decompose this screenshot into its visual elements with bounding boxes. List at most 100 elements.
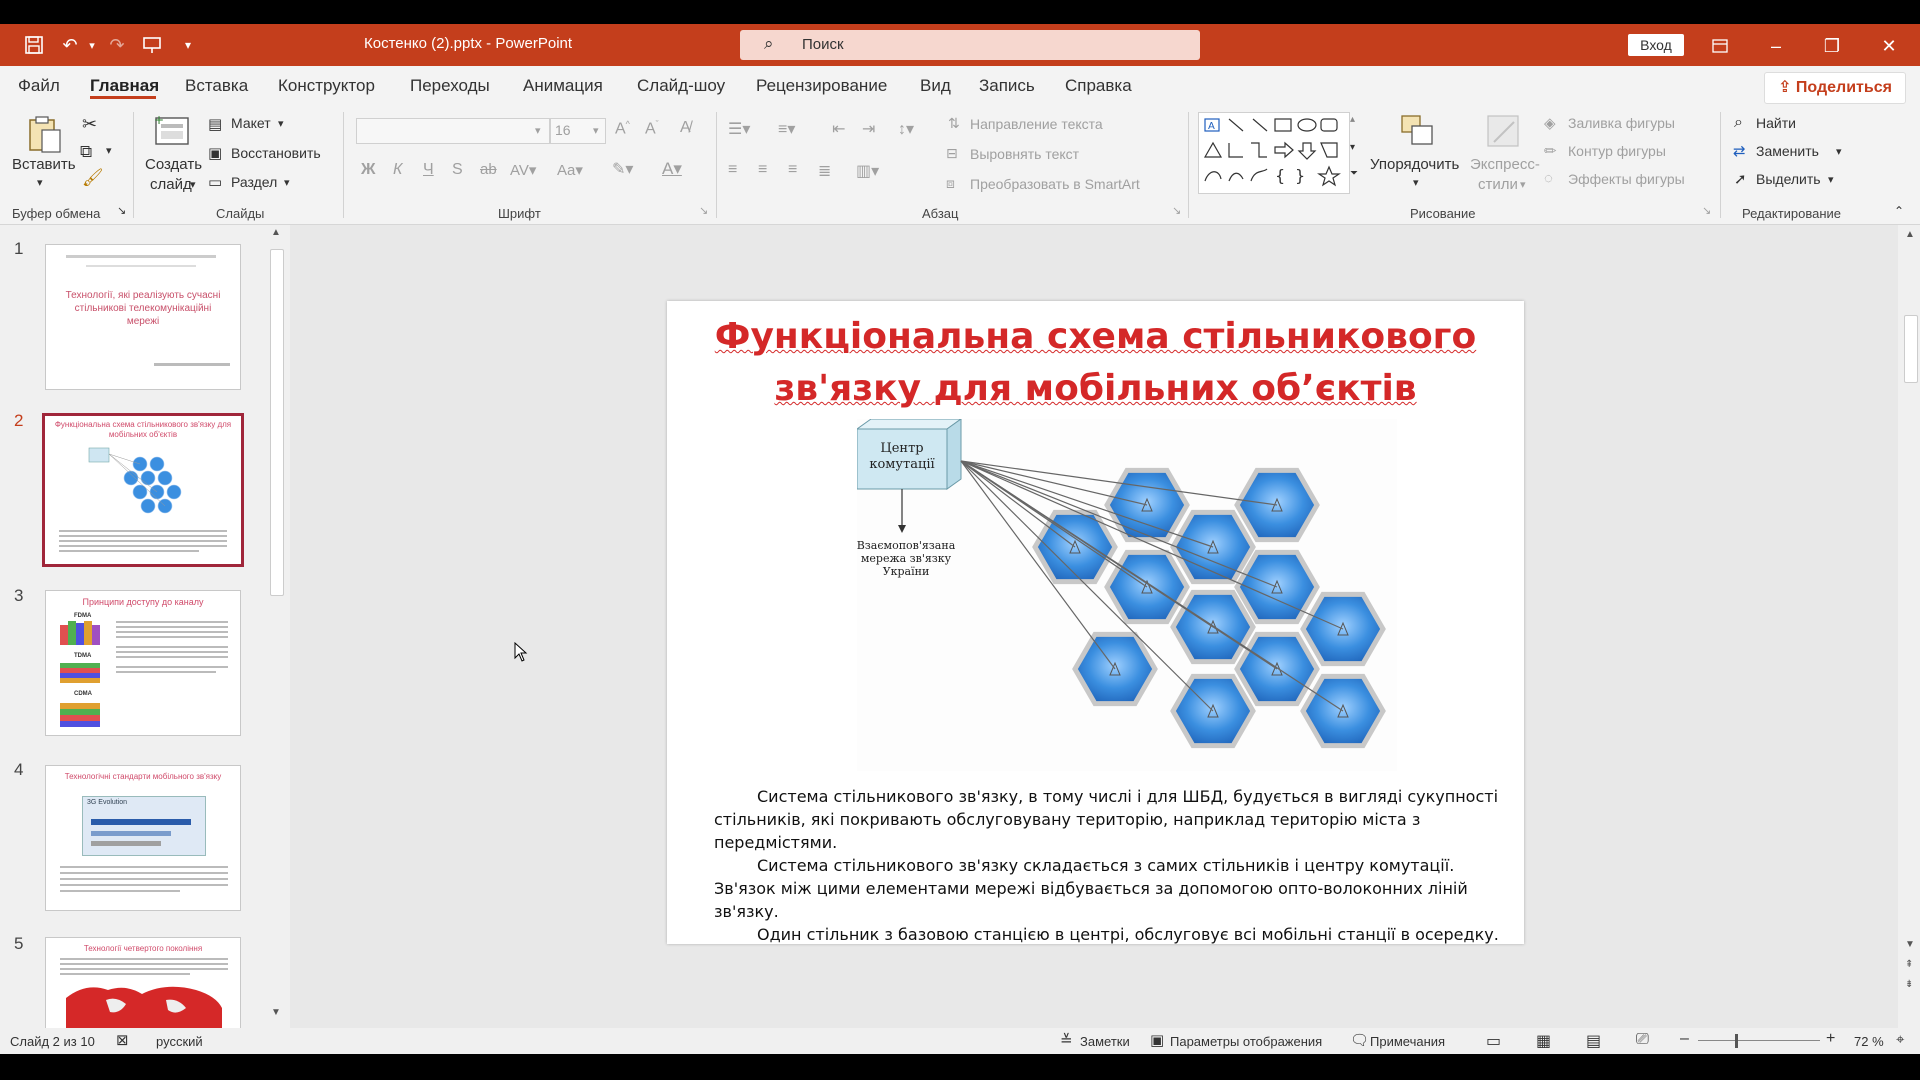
layout-icon[interactable]: ▤ <box>208 115 222 133</box>
slide-title[interactable]: Функціональна схема стільникового зв'язк… <box>667 311 1524 415</box>
paste-label[interactable]: Вставить <box>12 156 76 173</box>
align-right-icon[interactable]: ≡ <box>788 161 797 179</box>
slide-thumbnail-3[interactable]: Принципи доступу до каналу FDMA TDMA CDM… <box>45 590 241 736</box>
tab-transitions[interactable]: Переходы <box>410 76 490 96</box>
layout-button[interactable]: Макет <box>231 115 271 131</box>
format-painter-icon[interactable]: 🖌 <box>82 168 104 188</box>
slide-thumbnail-2[interactable]: Функціональна схема стільникового зв'язк… <box>42 413 244 567</box>
thumbnails-scroll-thumb[interactable] <box>270 249 284 596</box>
find-button[interactable]: Найти <box>1756 115 1796 131</box>
slideshow-view-icon[interactable]: ⎚ <box>1636 1031 1649 1049</box>
layout-dropdown-icon[interactable]: ▾ <box>278 117 284 130</box>
align-text-button[interactable]: Выровнять текст <box>970 146 1079 162</box>
restore-icon[interactable]: ❐ <box>1818 32 1846 60</box>
present-icon[interactable] <box>140 33 164 57</box>
tab-help[interactable]: Справка <box>1065 76 1132 96</box>
new-slide-label-2[interactable]: слайд <box>150 176 192 193</box>
bold-button[interactable]: Ж <box>361 161 375 179</box>
sign-in-button[interactable]: Вход <box>1628 34 1684 56</box>
convert-smartart-button[interactable]: Преобразовать в SmartArt <box>970 176 1140 192</box>
slide-body-text[interactable]: Система стільникового зв'язку, в тому чи… <box>714 785 1504 946</box>
section-dropdown-icon[interactable]: ▾ <box>284 176 290 189</box>
align-center-icon[interactable]: ≡ <box>758 161 767 179</box>
zoom-level[interactable]: 72 % <box>1854 1034 1884 1049</box>
shape-effects-icon[interactable]: ◌ <box>1544 170 1553 187</box>
shapes-gallery[interactable]: A {} <box>1198 112 1350 194</box>
undo-icon[interactable]: ↶ <box>58 33 82 57</box>
font-size-box[interactable]: 16 ▾ <box>550 118 606 144</box>
arrange-dropdown-icon[interactable]: ▾ <box>1413 176 1419 189</box>
ribbon-display-icon[interactable] <box>1706 32 1734 60</box>
text-direction-icon[interactable]: ⇅ <box>948 115 960 132</box>
copy-icon[interactable]: ⧉ <box>80 142 92 162</box>
new-slide-icon[interactable]: + <box>152 112 189 148</box>
columns-icon[interactable]: ▥▾ <box>856 161 879 181</box>
select-dropdown-icon[interactable]: ▾ <box>1828 173 1834 186</box>
spell-check-icon[interactable]: ⊠ <box>116 1031 129 1049</box>
tab-record[interactable]: Запись <box>979 76 1035 96</box>
shape-outline-button[interactable]: Контур фигуры <box>1568 143 1666 159</box>
reading-view-icon[interactable]: ▤ <box>1586 1031 1601 1051</box>
cellular-diagram[interactable]: Центр комутації Взаємопов'язана мережа з… <box>857 419 1397 771</box>
select-button[interactable]: Выделить <box>1756 171 1821 187</box>
scroll-down-icon[interactable]: ▼ <box>1905 939 1915 950</box>
new-slide-label-1[interactable]: Создать <box>145 156 202 173</box>
slide-thumbnail-1[interactable]: Технології, які реалізують сучасні стіль… <box>45 244 241 390</box>
slide-sorter-icon[interactable]: ▦ <box>1536 1031 1551 1051</box>
quick-styles-label-1[interactable]: Экспресс- <box>1470 156 1540 173</box>
strikethrough-icon[interactable]: ab <box>480 161 497 178</box>
slide-canvas[interactable]: Функціональна схема стільникового зв'язк… <box>667 301 1524 944</box>
redo-icon[interactable]: ↷ <box>105 33 129 57</box>
tab-design[interactable]: Конструктор <box>278 76 375 96</box>
notes-icon[interactable]: ≚ <box>1060 1031 1073 1049</box>
tab-slideshow[interactable]: Слайд-шоу <box>637 76 725 96</box>
scroll-up-icon[interactable]: ▲ <box>1905 229 1915 240</box>
line-spacing-icon[interactable]: ↕▾ <box>898 119 914 139</box>
editor-scrollbar[interactable]: ▲ ▼ ⇞ ⇟ <box>1900 225 1920 1028</box>
close-icon[interactable]: ✕ <box>1875 32 1903 60</box>
slide-thumbnail-5[interactable]: Технології четвертого покоління <box>45 937 241 1028</box>
arrange-icon[interactable] <box>1398 112 1434 148</box>
replace-dropdown-icon[interactable]: ▾ <box>1836 145 1842 158</box>
quick-styles-label-2[interactable]: стили <box>1478 176 1518 193</box>
smartart-icon[interactable]: ⧈ <box>946 175 955 192</box>
bullets-icon[interactable]: ☰▾ <box>728 119 750 139</box>
increase-font-icon[interactable]: A^ <box>615 119 630 138</box>
shapes-scroll-up-icon[interactable]: ▴ <box>1350 114 1355 125</box>
tab-view[interactable]: Вид <box>920 76 951 96</box>
next-slide-icon[interactable]: ⇟ <box>1905 979 1913 990</box>
font-name-dropdown-icon[interactable]: ▾ <box>535 124 541 137</box>
paste-icon[interactable] <box>24 114 61 153</box>
clipboard-launcher-icon[interactable]: ↘ <box>117 204 126 217</box>
numbering-icon[interactable]: ≡▾ <box>778 119 795 139</box>
font-name-box[interactable]: ▾ <box>356 118 550 144</box>
editor-scroll-thumb[interactable] <box>1904 315 1918 383</box>
tab-home[interactable]: Главная <box>90 76 159 96</box>
paste-dropdown-icon[interactable]: ▾ <box>37 176 43 189</box>
text-direction-button[interactable]: Направление текста <box>970 116 1103 132</box>
thumbnails-scrollbar[interactable]: ▲ ▼ <box>266 225 286 1028</box>
copy-dropdown-icon[interactable]: ▾ <box>106 144 112 157</box>
collapse-ribbon-icon[interactable]: ⌃ <box>1894 204 1904 218</box>
char-spacing-icon[interactable]: AV▾ <box>510 161 536 179</box>
font-launcher-icon[interactable]: ↘ <box>699 204 708 217</box>
minimize-icon[interactable]: – <box>1762 32 1790 60</box>
display-settings-icon[interactable]: ▣ <box>1150 1031 1164 1049</box>
drawing-launcher-icon[interactable]: ↘ <box>1702 204 1711 217</box>
search-box[interactable]: ⌕ Поиск <box>740 30 1200 60</box>
zoom-slider-thumb[interactable] <box>1735 1034 1738 1048</box>
find-icon[interactable]: ⌕ <box>1734 114 1743 132</box>
highlight-icon[interactable]: ✎▾ <box>612 159 633 179</box>
decrease-font-icon[interactable]: Aˇ <box>645 119 659 138</box>
notes-button[interactable]: Заметки <box>1080 1034 1130 1049</box>
tab-animations[interactable]: Анимация <box>523 76 603 96</box>
zoom-in-icon[interactable]: + <box>1826 1030 1835 1048</box>
fit-to-window-icon[interactable]: ⌖ <box>1896 1031 1904 1048</box>
comments-button[interactable]: Примечания <box>1370 1034 1445 1049</box>
paragraph-launcher-icon[interactable]: ↘ <box>1172 204 1181 217</box>
tab-insert[interactable]: Вставка <box>185 76 248 96</box>
reset-button[interactable]: Восстановить <box>231 145 321 161</box>
slide-thumbnail-4[interactable]: Технологічні стандарти мобільного зв'язк… <box>45 765 241 911</box>
shapes-scroll-down-icon[interactable]: ▾ <box>1350 142 1355 153</box>
font-size-dropdown-icon[interactable]: ▾ <box>593 124 599 137</box>
